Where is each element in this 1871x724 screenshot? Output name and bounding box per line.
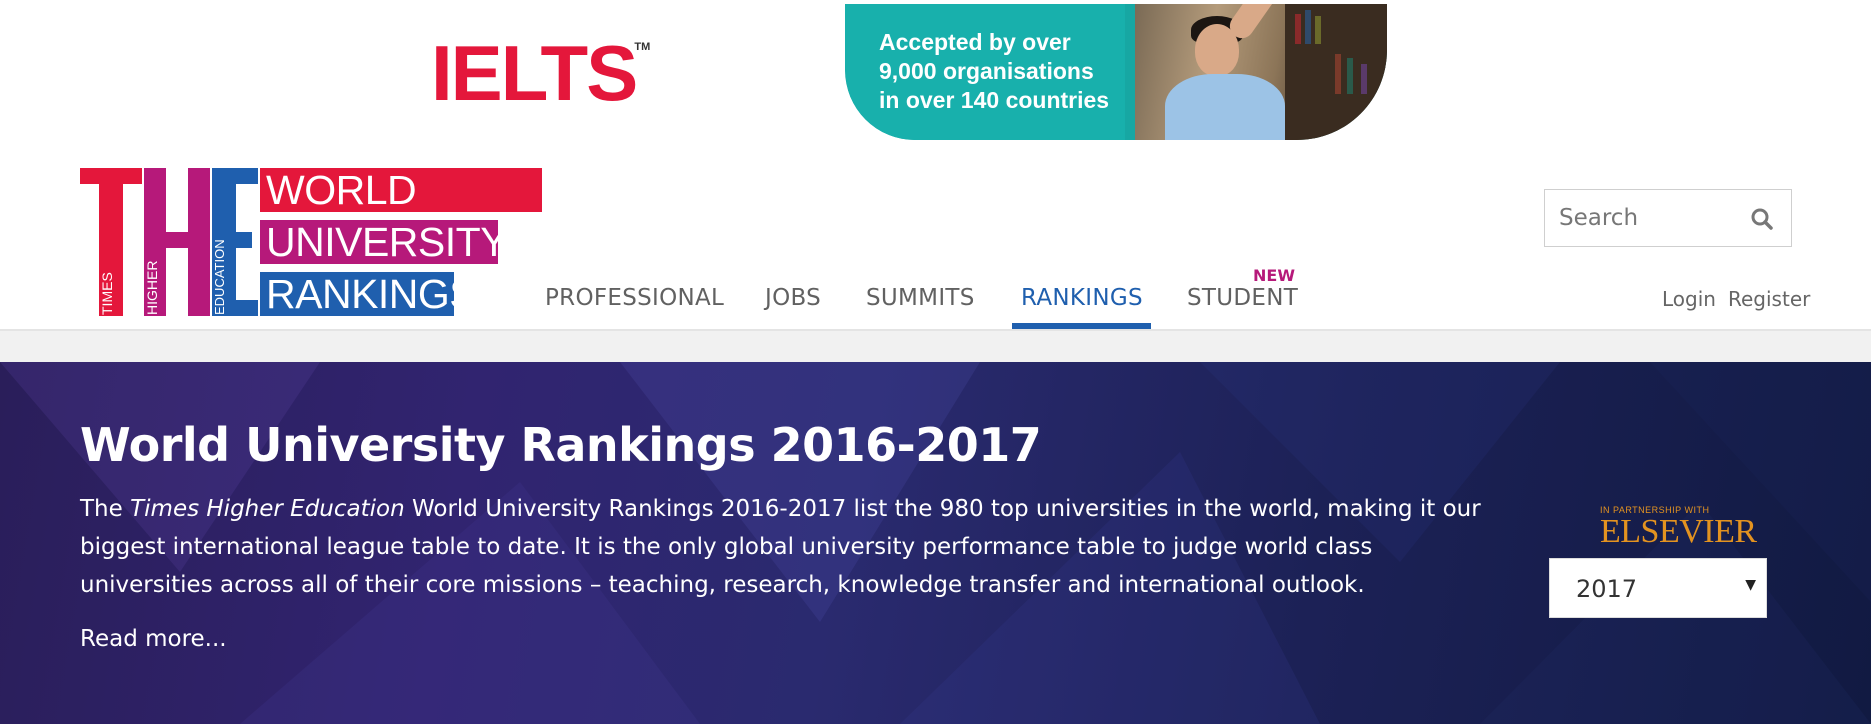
rankings-description: The Times Higher Education World Univers… <box>80 490 1490 604</box>
partner-name: ELSEVIER <box>1600 513 1757 550</box>
ad-text: Accepted by over 9,000 organisations in … <box>879 28 1109 115</box>
advertisement-banner[interactable]: IELTS TM Accepted by over 9,000 organisat… <box>0 0 1871 145</box>
ad-creative[interactable]: Accepted by over 9,000 organisations in … <box>845 4 1387 140</box>
site-header: TIMES HIGHER EDUCATION WORLD UNIVERSITY … <box>0 145 1871 331</box>
year-select[interactable]: 2017 ▼ <box>1549 558 1767 618</box>
nav-rankings[interactable]: RANKINGS <box>1021 285 1143 311</box>
read-more-link[interactable]: Read more... <box>80 626 227 652</box>
ad-line-2: 9,000 organisations <box>879 58 1094 84</box>
login-link[interactable]: Login <box>1662 287 1716 311</box>
ad-photo <box>1135 4 1387 140</box>
nav-student[interactable]: STUDENT <box>1187 285 1298 311</box>
nav-summits[interactable]: SUMMITS <box>866 285 975 311</box>
description-italic: Times Higher Education <box>130 496 405 522</box>
nav-professional[interactable]: PROFESSIONAL <box>545 285 724 311</box>
register-link[interactable]: Register <box>1728 287 1810 311</box>
main-navigation: PROFESSIONAL JOBS SUMMITS RANKINGS NEW S… <box>0 145 1871 331</box>
rankings-hero: World University Rankings 2016-2017 The … <box>0 362 1871 724</box>
chevron-down-icon: ▼ <box>1745 577 1756 593</box>
ad-line-1: Accepted by over <box>879 29 1071 55</box>
nav-jobs[interactable]: JOBS <box>765 285 821 311</box>
year-select-value: 2017 <box>1576 575 1638 603</box>
page-spacer <box>0 331 1871 362</box>
description-prefix: The <box>80 496 131 522</box>
page-title: World University Rankings 2016-2017 <box>80 418 1042 472</box>
new-badge: NEW <box>1253 266 1295 285</box>
ad-line-3: in over 140 countries <box>879 87 1110 113</box>
ielts-logo: IELTS TM <box>431 29 651 117</box>
elsevier-partner-logo: IN PARTNERSHIP WITH ELSEVIER <box>1600 505 1770 549</box>
